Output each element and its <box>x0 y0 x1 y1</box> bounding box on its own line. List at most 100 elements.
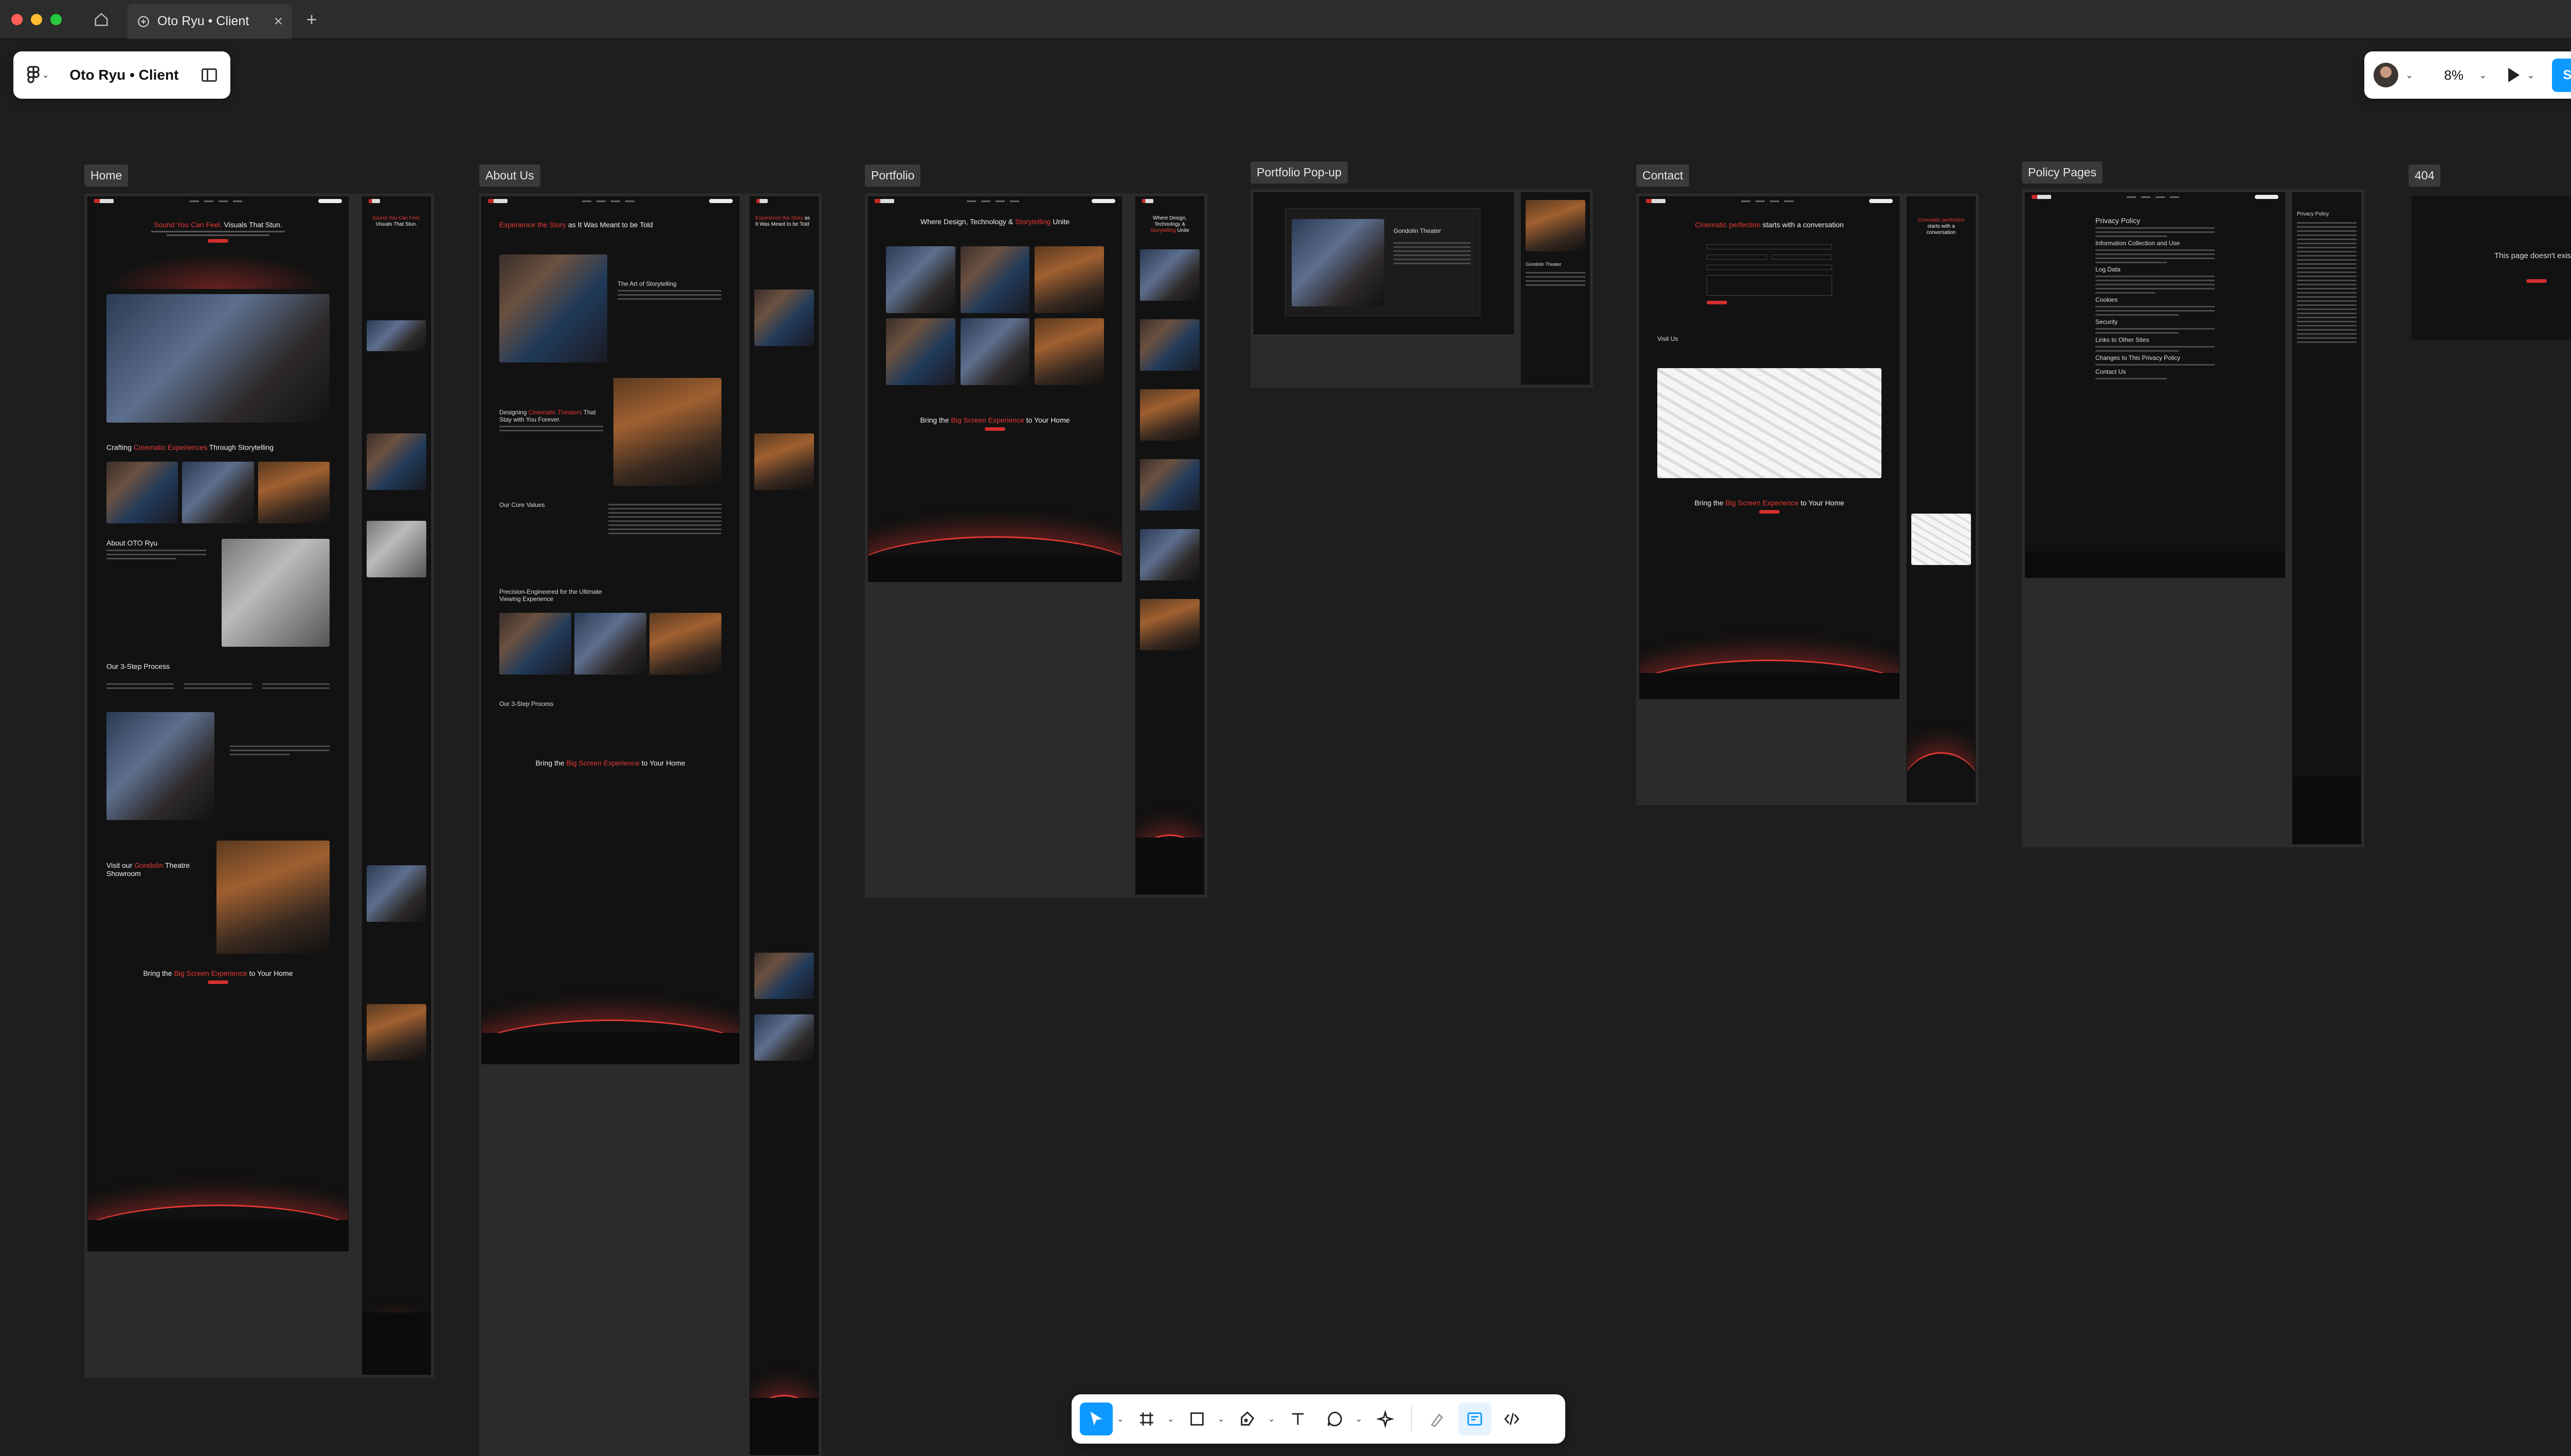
about-hero-heading: Experience the Story as It Was Meant to … <box>499 221 653 229</box>
home-hero-heading: Sound You Can Feel. Visuals That Stun. <box>154 221 282 229</box>
home-icon <box>95 13 108 26</box>
main-menu-button[interactable]: ⌄ <box>27 66 49 84</box>
sidebar-toggle-icon[interactable] <box>202 68 217 82</box>
notfound-page[interactable]: This page doesn't exist <box>2412 196 2571 339</box>
pen-icon <box>1241 1411 1255 1426</box>
portfolio-hero-heading: Where Design, Technology & Storytelling … <box>920 217 1070 226</box>
policy-desktop-page[interactable]: Privacy Policy Information Collection an… <box>2025 192 2285 578</box>
comment-bubble-icon <box>1327 1411 1342 1427</box>
close-tab-icon[interactable]: × <box>274 13 283 30</box>
about-mobile-page[interactable]: Experience the Story as It Was Meant to … <box>750 196 819 1455</box>
section-popup[interactable]: Gondolin Theater Gondolin Theater <box>1251 189 1593 388</box>
right-toolbar: ⌄ 8% ⌄ ⌄ Share <box>2364 51 2571 99</box>
draw-pencil-icon <box>1431 1413 1443 1427</box>
chevron-down-icon[interactable]: ⌄ <box>2405 70 2413 81</box>
contact-visit-heading: Visit Us <box>1657 335 1678 342</box>
code-brackets-icon <box>1504 1413 1519 1425</box>
figma-logo-icon <box>27 66 40 83</box>
home-hero-image <box>106 294 330 423</box>
close-window-button[interactable] <box>11 14 23 25</box>
about-precision-heading: Precision-Engineered for the Ultimate Vi… <box>499 588 602 603</box>
shape-tool[interactable] <box>1181 1403 1214 1435</box>
cursor-arrow-icon <box>1090 1411 1102 1426</box>
about-art-heading: The Art of Storytelling <box>618 280 677 287</box>
present-play-icon[interactable] <box>2508 68 2520 82</box>
chevron-down-icon: ⌄ <box>42 71 49 80</box>
comment-tool[interactable] <box>1318 1403 1351 1435</box>
pen-tool[interactable] <box>1231 1403 1264 1435</box>
file-name[interactable]: Oto Ryu • Client <box>58 67 192 83</box>
text-tool[interactable] <box>1281 1403 1314 1435</box>
design-mode-button[interactable] <box>1458 1403 1491 1435</box>
frame-label-contact[interactable]: Contact <box>1636 165 1690 187</box>
pen-tool-chevron-icon[interactable]: ⌄ <box>1268 1414 1277 1424</box>
toolbar-divider <box>1411 1407 1412 1431</box>
file-toolbar: ⌄ Oto Ryu • Client <box>13 51 230 99</box>
sparkle-icon <box>1377 1410 1394 1428</box>
portfolio-cta-heading: Bring the Big Screen Experience to Your … <box>920 416 1070 424</box>
frame-label-popup[interactable]: Portfolio Pop-up <box>1251 161 1348 184</box>
policy-mobile-page[interactable]: Privacy Policy <box>2292 192 2361 844</box>
home-tab[interactable] <box>86 7 116 32</box>
about-designing-heading: Designing Cinematic Theaters That Stay w… <box>499 409 596 423</box>
about-desktop-page[interactable]: Experience the Story as It Was Meant to … <box>481 196 739 1064</box>
frame-label-portfolio[interactable]: Portfolio <box>865 165 921 187</box>
zoom-level[interactable]: 8% <box>2436 67 2472 83</box>
portfolio-desktop-page[interactable]: Where Design, Technology & Storytelling … <box>868 196 1122 582</box>
section-home[interactable]: Sound You Can Feel. Visuals That Stun. C… <box>84 193 434 1378</box>
file-tab[interactable]: Oto Ryu • Client × <box>128 4 292 39</box>
text-icon <box>1292 1413 1304 1425</box>
home-desktop-page[interactable]: Sound You Can Feel. Visuals That Stun. C… <box>87 196 349 1251</box>
actions-tool[interactable] <box>1369 1403 1402 1435</box>
bottom-toolbar: ⌄ ⌄ ⌄ ⌄ ⌄ <box>1072 1394 1565 1444</box>
zoom-chevron-icon[interactable]: ⌄ <box>2479 70 2487 81</box>
popup-title: Gondolin Theater <box>1393 227 1441 234</box>
section-about[interactable]: Experience the Story as It Was Meant to … <box>479 193 822 1456</box>
portfolio-mobile-page[interactable]: Where Design, Technology & Storytelling … <box>1135 196 1204 895</box>
frame-tool-chevron-icon[interactable]: ⌄ <box>1167 1414 1176 1424</box>
frame-tool[interactable] <box>1130 1403 1163 1435</box>
new-tab-button[interactable]: + <box>299 7 324 32</box>
about-values-heading: Our Core Values <box>499 501 545 508</box>
frame-label-404[interactable]: 404 <box>2409 165 2441 187</box>
comment-tool-chevron-icon[interactable]: ⌄ <box>1355 1414 1365 1424</box>
draw-mode-button[interactable] <box>1421 1403 1454 1435</box>
home-visit-heading: Visit our Gondolin Theatre Showroom <box>106 861 190 878</box>
home-crafting-heading: Crafting Cinematic Experiences Through S… <box>106 443 274 451</box>
policy-title: Privacy Policy <box>2095 216 2141 225</box>
dev-mode-button[interactable] <box>1495 1403 1528 1435</box>
section-portfolio[interactable]: Where Design, Technology & Storytelling … <box>865 193 1207 898</box>
frame-label-home[interactable]: Home <box>84 165 129 187</box>
rectangle-icon <box>1190 1412 1204 1426</box>
frame-hash-icon <box>1140 1412 1153 1426</box>
contact-map[interactable] <box>1657 368 1881 478</box>
shape-tool-chevron-icon[interactable]: ⌄ <box>1218 1414 1227 1424</box>
home-about-heading: About OTO Ryu <box>106 539 158 547</box>
home-steps-heading: Our 3-Step Process <box>106 662 170 670</box>
window-tab-bar: Oto Ryu • Client × + ··· <box>0 0 2571 39</box>
section-contact[interactable]: Cinematic perfection starts with a conve… <box>1636 193 1979 805</box>
frame-label-about[interactable]: About Us <box>479 165 540 187</box>
frame-label-policy[interactable]: Policy Pages <box>2022 161 2103 184</box>
page-nav <box>88 197 348 205</box>
move-tool-chevron-icon[interactable]: ⌄ <box>1117 1414 1126 1424</box>
home-mobile-page[interactable]: Sound You Can Feel. Visuals That Stun. <box>362 196 431 1375</box>
design-canvas[interactable]: Home Sound You Can Feel. Visuals That St… <box>0 39 2571 1456</box>
contact-desktop-page[interactable]: Cinematic perfection starts with a conve… <box>1639 196 1899 699</box>
section-policy[interactable]: Privacy Policy Information Collection an… <box>2022 189 2364 847</box>
maximize-window-button[interactable] <box>50 14 62 25</box>
design-mode-icon <box>1467 1412 1482 1426</box>
home-cta-heading: Bring the Big Screen Experience to Your … <box>143 969 293 977</box>
notfound-title: This page doesn't exist <box>2494 251 2571 260</box>
tab-title: Oto Ryu • Client <box>157 14 249 28</box>
contact-mobile-page[interactable]: Cinematic perfection starts with a conve… <box>1907 196 1976 802</box>
popup-desktop-page[interactable]: Gondolin Theater <box>1254 192 1514 334</box>
move-tool[interactable] <box>1080 1403 1113 1435</box>
contact-hero-heading: Cinematic perfection starts with a conve… <box>1695 221 1844 229</box>
minimize-window-button[interactable] <box>31 14 42 25</box>
present-chevron-icon[interactable]: ⌄ <box>2527 70 2534 81</box>
avatar[interactable] <box>2374 63 2398 87</box>
figma-file-icon <box>138 15 149 27</box>
popup-mobile-page[interactable]: Gondolin Theater <box>1521 192 1590 385</box>
share-button[interactable]: Share <box>2551 58 2571 92</box>
